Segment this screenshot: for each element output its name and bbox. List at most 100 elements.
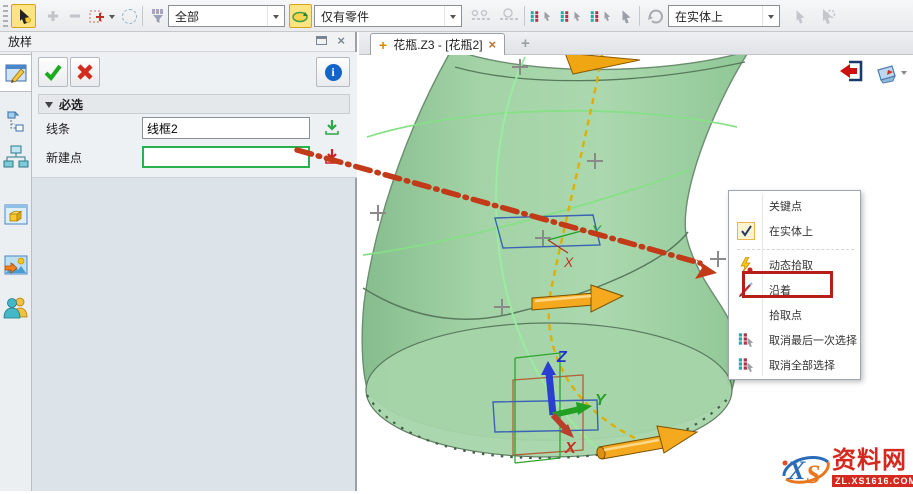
mid-axis-neg-y-label: -Y — [587, 222, 603, 238]
multi-select-caret[interactable] — [106, 4, 118, 28]
watermark-logo-x: X — [787, 456, 806, 485]
chain-pick-button[interactable] — [468, 4, 494, 28]
deselect-all-icon — [738, 357, 755, 373]
loop-pick-button[interactable] — [496, 4, 522, 28]
new-tab-button[interactable]: + — [521, 35, 530, 52]
panel-titlebar: 放样 × — [0, 32, 355, 52]
sidebar-item-users[interactable] — [3, 294, 29, 320]
cursor-icon — [619, 9, 633, 24]
edit-form-icon — [4, 61, 28, 85]
ok-button[interactable] — [38, 57, 68, 87]
sidebar-item-history[interactable] — [3, 144, 29, 170]
watermark-logo-s: S — [806, 460, 820, 489]
tab-active-document[interactable]: + 花瓶.Z3 - [花瓶2] × — [370, 33, 505, 55]
info-button[interactable]: i — [316, 57, 350, 87]
snap-mode-select[interactable]: 在实体上 — [668, 5, 780, 27]
tab-plus-icon: + — [379, 37, 387, 53]
axis-y-label: Y — [595, 392, 607, 409]
pick-settings-button[interactable] — [814, 4, 840, 28]
menu-item-along[interactable]: 沿着 — [729, 277, 860, 302]
hierarchy-icon — [3, 144, 29, 170]
snap-mode-value: 在实体上 — [669, 6, 762, 26]
pick-target-button[interactable] — [289, 4, 312, 28]
deselect-all-button[interactable] — [588, 4, 614, 28]
lasso-button[interactable] — [118, 4, 140, 28]
field-lines-input[interactable] — [142, 117, 310, 139]
cursor-gray-icon — [793, 9, 807, 24]
pick-cursor-icon — [16, 8, 32, 24]
viewport-corner-tools — [838, 60, 907, 85]
sidebar-item-edit[interactable] — [0, 54, 32, 92]
sidebar-item-render[interactable] — [3, 252, 29, 278]
multi-select-button[interactable] — [86, 4, 108, 28]
rotate-3d-icon — [292, 8, 309, 24]
panel-side-strip — [0, 52, 32, 491]
funnel-icon — [150, 8, 166, 24]
info-icon: i — [325, 64, 342, 81]
scope-select-arrow[interactable] — [267, 6, 284, 26]
menu-separator — [737, 243, 854, 250]
lasso-circle-icon — [122, 9, 137, 24]
scope-select-value: 全部 — [169, 6, 267, 26]
document-tab-bar: + 花瓶.Z3 - [花瓶2] × + — [359, 32, 913, 55]
plus-icon — [46, 9, 60, 23]
pick-confirm-red-icon[interactable] — [324, 148, 340, 167]
panel-restore-icon[interactable] — [316, 36, 327, 45]
panel-title: 放样 — [0, 33, 32, 50]
field-newpoint-input[interactable] — [142, 146, 310, 168]
part-filter-arrow[interactable] — [444, 6, 461, 26]
view-cube-caret[interactable] — [901, 71, 907, 78]
watermark-logo: X S — [778, 446, 834, 490]
menu-item-undo-last-selection[interactable]: 取消最后一次选择 — [729, 327, 860, 352]
refresh-view-button[interactable] — [643, 4, 667, 28]
menu-item-pick-point[interactable]: 拾取点 — [729, 302, 860, 327]
axis-z-label: Z — [556, 349, 568, 366]
field-newpoint-label: 新建点 — [38, 149, 142, 166]
watermark: X S 资料网 ZL.XS1616.COM — [778, 446, 913, 490]
pick-confirm-green-icon[interactable] — [324, 119, 340, 138]
cancel-button[interactable] — [70, 57, 100, 87]
cursor-small-icon — [542, 10, 552, 22]
panel-form-area: i 必选 线条 新建点 — [32, 52, 357, 178]
scope-select[interactable]: 全部 — [168, 5, 285, 27]
menu-item-keypoint[interactable]: 关键点 — [729, 193, 860, 218]
list-colored-icon — [530, 9, 542, 24]
tab-close-icon[interactable]: × — [489, 37, 497, 52]
menu-item-dynamic-pick[interactable]: 动态拾取 — [729, 252, 860, 277]
view-orientation-button[interactable] — [874, 62, 907, 84]
check-icon — [43, 63, 63, 81]
part-filter-select[interactable]: 仅有零件 — [314, 5, 462, 27]
menu-item-on-entity[interactable]: 在实体上 — [729, 218, 860, 243]
lightning-icon — [739, 257, 754, 273]
panel-close-icon[interactable]: × — [337, 35, 345, 46]
x-icon — [76, 63, 94, 81]
exit-icon — [838, 60, 864, 82]
filter-button[interactable] — [147, 4, 169, 28]
section-required[interactable]: 必选 — [38, 94, 350, 114]
box-plus-icon — [89, 8, 105, 24]
pen-icon — [738, 282, 754, 298]
select-tool-button[interactable] — [616, 4, 636, 28]
pick-option-button[interactable] — [788, 4, 812, 28]
loop-dashed-icon — [499, 8, 519, 24]
list-colored-icon — [590, 9, 602, 24]
minus-icon — [68, 9, 82, 23]
users-icon — [3, 294, 29, 320]
menu-item-clear-all-selection[interactable]: 取消全部选择 — [729, 352, 860, 377]
sidebar-item-solid[interactable] — [3, 202, 29, 228]
pick-cursor-button[interactable] — [11, 4, 36, 28]
remove-selection-button[interactable] — [64, 4, 86, 28]
part-filter-value: 仅有零件 — [315, 6, 444, 26]
sidebar-item-assembly[interactable] — [3, 107, 29, 133]
deselect-last-button[interactable] — [528, 4, 554, 28]
exit-sketch-button[interactable] — [838, 60, 864, 85]
field-row-newpoint: 新建点 — [38, 145, 350, 169]
deselect-list-button[interactable] — [558, 4, 584, 28]
list-colored-icon — [560, 9, 572, 24]
field-row-lines: 线条 — [38, 116, 350, 140]
toolbar-drag-handle[interactable] — [2, 4, 9, 28]
snap-mode-arrow[interactable] — [762, 6, 779, 26]
cursor-gear-icon — [818, 8, 836, 24]
add-selection-button[interactable] — [42, 4, 64, 28]
assembly-tree-icon — [3, 107, 29, 133]
